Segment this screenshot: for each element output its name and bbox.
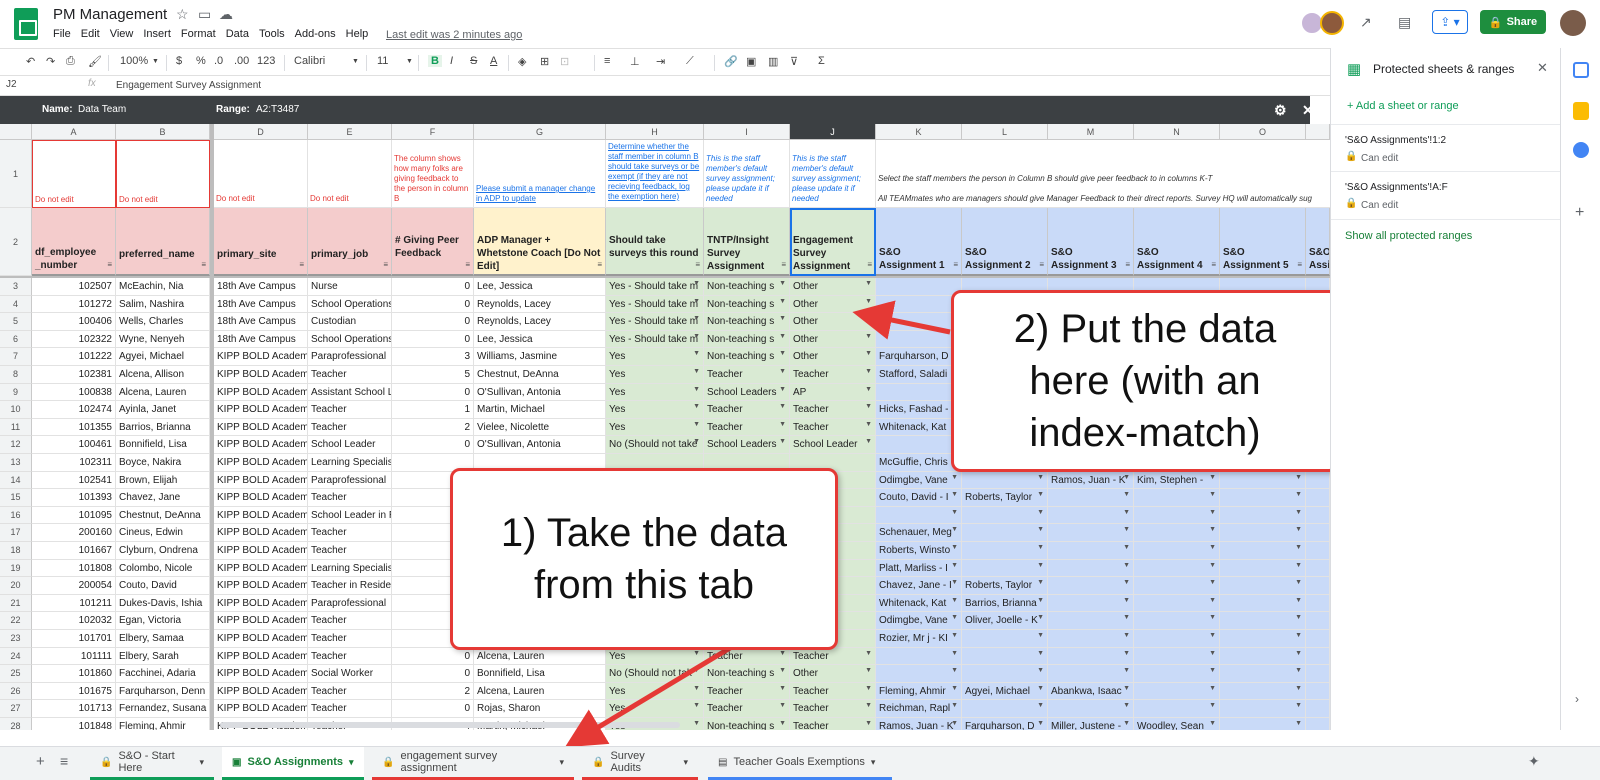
- sheet-tab[interactable]: ▤ Teacher Goals Exemptions ▾: [708, 747, 892, 780]
- arrow-to-tab: [564, 645, 732, 746]
- explore-icon[interactable]: ✦: [1528, 753, 1540, 770]
- sheet-tab[interactable]: 🔒 engagement survey assignment ▾: [372, 747, 574, 780]
- callout-one-text: 1) Take the data from this tab: [500, 511, 788, 607]
- callout-put-data: 2) Put the data here (with an index-matc…: [951, 290, 1339, 472]
- show-all-ranges-link[interactable]: Show all protected ranges: [1345, 230, 1472, 242]
- chevron-down-icon[interactable]: ▾: [349, 757, 354, 768]
- chevron-down-icon[interactable]: ▾: [559, 757, 564, 768]
- account-avatar[interactable]: [1560, 10, 1586, 36]
- panel-title: Protected sheets & ranges: [1373, 62, 1515, 76]
- tasks-icon[interactable]: [1573, 142, 1589, 158]
- arrow-to-engagement-column: [852, 300, 951, 340]
- sheet-tabs-bar: + ≡ 🔒 S&O - Start Here ▾ ▣ S&O Assignments ▾ 🔒…: [0, 746, 1600, 780]
- protected-range-item[interactable]: 'S&O Assignments'!A:F 🔒 Can edit: [1331, 172, 1561, 220]
- sheets-app: PM Management ☆ ▭ ☁ File Edit View Inser…: [0, 0, 1600, 780]
- keep-icon[interactable]: [1573, 102, 1589, 120]
- callout-two-text: 2) Put the data here (with an index-matc…: [1013, 307, 1277, 455]
- share-button[interactable]: 🔒 Share: [1480, 10, 1546, 34]
- all-sheets-icon[interactable]: ≡: [60, 753, 68, 769]
- chevron-down-icon[interactable]: ▾: [199, 757, 204, 768]
- upload-icon: ⇪ ▾: [1440, 15, 1460, 29]
- add-addon-icon[interactable]: +: [1575, 204, 1584, 222]
- sheet-tab-label: engagement survey assignment: [400, 750, 498, 774]
- lock-icon: 🔒: [1345, 198, 1358, 209]
- lock-icon: 🔒: [592, 756, 605, 768]
- sheet-tab-label: S&O - Start Here: [118, 750, 175, 774]
- sheet-tab-label: S&O Assignments: [247, 756, 344, 768]
- protected-ranges-panel: ▦ Protected sheets & ranges ✕ + Add a sh…: [1330, 48, 1561, 730]
- add-sheet-icon[interactable]: +: [36, 753, 45, 770]
- notes-icon: ▤: [718, 756, 728, 768]
- sheet-tab-label: Survey Audits: [610, 750, 645, 774]
- sheets-grid-icon: ▦: [1347, 61, 1362, 78]
- sheet-tab[interactable]: ▣ S&O Assignments ▾: [222, 747, 364, 780]
- range-name: 'S&O Assignments'!A:F: [1345, 182, 1448, 193]
- range-permission: Can edit: [1361, 153, 1399, 164]
- side-rail: + ›: [1560, 48, 1600, 730]
- lock-icon: 🔒: [1488, 16, 1503, 29]
- share-label: Share: [1506, 16, 1538, 28]
- collapse-panel-icon[interactable]: ›: [1575, 692, 1579, 706]
- present-button[interactable]: ⇪ ▾: [1432, 10, 1468, 34]
- lock-icon: 🔒: [100, 756, 113, 768]
- sheet-tab[interactable]: 🔒 S&O - Start Here ▾: [90, 747, 214, 780]
- calendar-icon[interactable]: [1573, 62, 1589, 78]
- chevron-down-icon[interactable]: ▾: [871, 757, 876, 768]
- protected-range-item[interactable]: 'S&O Assignments'!1:2 🔒 Can edit: [1331, 124, 1561, 172]
- chevron-down-icon[interactable]: ▾: [683, 757, 688, 768]
- lock-icon: 🔒: [1345, 151, 1358, 162]
- sheet-tab[interactable]: 🔒 Survey Audits ▾: [582, 747, 698, 780]
- range-permission: Can edit: [1361, 200, 1399, 211]
- comments-icon[interactable]: ▤: [1398, 14, 1411, 31]
- close-icon[interactable]: ✕: [1537, 60, 1548, 76]
- add-sheet-or-range-button[interactable]: + Add a sheet or range: [1347, 100, 1459, 112]
- callout-take-data: 1) Take the data from this tab: [450, 468, 838, 650]
- sheet-icon: ▣: [232, 756, 242, 768]
- sheet-tab-label: Teacher Goals Exemptions: [733, 756, 865, 768]
- range-name: 'S&O Assignments'!1:2: [1345, 135, 1447, 146]
- lock-icon: 🔒: [382, 756, 395, 768]
- activity-trend-icon[interactable]: ↗: [1360, 14, 1372, 31]
